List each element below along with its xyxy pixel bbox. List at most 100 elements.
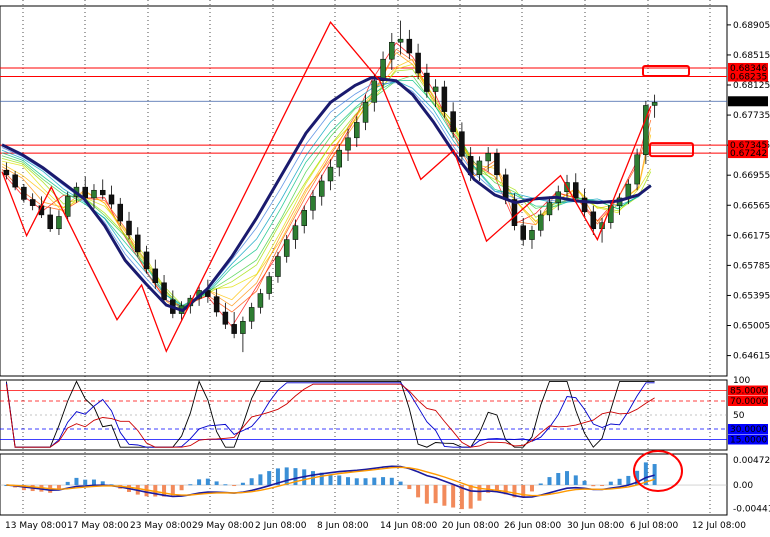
x-tick-label: 29 May 08:00: [192, 521, 254, 531]
candle-body: [397, 38, 404, 43]
candle-body: [99, 189, 106, 196]
macd-histogram-bar: [547, 477, 552, 486]
candle-body: [494, 152, 500, 176]
candle-body: [135, 234, 141, 253]
candle-body: [336, 149, 343, 168]
candle-body: [47, 214, 53, 230]
macd-histogram-bar: [328, 474, 333, 486]
candle-body: [389, 41, 395, 60]
macd-histogram-bar: [591, 485, 596, 487]
candle-body: [485, 152, 491, 162]
macd-histogram-bar: [354, 478, 359, 486]
macd-histogram-bar: [398, 481, 403, 486]
y-tick-label: 0.67735: [733, 111, 770, 121]
chart-svg[interactable]: 13 May 08:00 17 May 08:00 23 May 08:00 29 M…: [0, 0, 770, 533]
candle-body: [275, 256, 281, 277]
x-tick-label: 30 Jun 08:00: [567, 521, 624, 531]
candle-body: [432, 86, 439, 92]
candle-body: [29, 199, 36, 206]
x-tick-label: 2 Jun 08:00: [255, 521, 307, 531]
macd-histogram-bar: [582, 480, 587, 486]
candle-body: [283, 239, 290, 257]
macd-histogram-bar: [424, 485, 429, 504]
zone-lower-label: 0.68235: [730, 73, 767, 83]
macd-histogram-bar: [346, 477, 351, 486]
x-tick-label: 26 Jun 08:00: [504, 521, 561, 531]
candle-body: [634, 154, 640, 185]
candle-body: [222, 311, 229, 325]
candle-body: [529, 230, 535, 240]
macd-histogram-bar: [179, 485, 184, 491]
macd-histogram-bar: [416, 485, 421, 498]
macd-histogram-bar: [617, 478, 622, 486]
macd-histogram-bar: [205, 478, 210, 486]
macd-histogram-bar: [56, 485, 61, 489]
candle-body: [371, 80, 378, 103]
y-tick-label: 0.64615: [733, 352, 770, 362]
macd-histogram-bar: [442, 485, 447, 506]
candle-body: [502, 174, 509, 200]
candle-body: [117, 203, 124, 222]
macd-histogram-bar: [214, 481, 219, 486]
candle-body: [318, 180, 325, 197]
macd-y-tick-label: 0.004723: [733, 456, 770, 466]
x-tick-label: 14 Jun 08:00: [380, 521, 437, 531]
candle-body: [459, 131, 465, 157]
candle-body: [82, 186, 88, 199]
macd-histogram-bar: [223, 484, 228, 486]
macd-histogram-bar: [626, 475, 631, 486]
macd-histogram-bar: [65, 481, 70, 486]
macd-histogram-bar: [389, 477, 394, 486]
forex-chart[interactable]: 13 May 08:00 17 May 08:00 23 May 08:00 29 M…: [0, 0, 770, 533]
macd-histogram-bar: [468, 485, 473, 509]
x-tick-label: 17 May 08:00: [67, 521, 129, 531]
zone-lower-label: 0.67242: [730, 149, 767, 159]
candle-body: [161, 282, 167, 300]
candle-body: [424, 72, 430, 92]
macd-histogram-bar: [363, 478, 368, 486]
candle-body: [12, 174, 18, 188]
candle-body: [573, 182, 579, 199]
macd-histogram-bar: [372, 477, 377, 486]
candle-body: [608, 205, 614, 223]
candle-body: [257, 293, 264, 308]
candle-body: [126, 220, 132, 236]
candle-body: [108, 194, 115, 205]
macd-histogram-bar: [83, 479, 88, 486]
rsi-level-label: 70.0000: [730, 397, 767, 407]
rsi-y-tick-label: 50: [733, 411, 745, 421]
candle-body: [292, 225, 299, 240]
macd-histogram-bar: [529, 485, 534, 492]
candle-body: [143, 251, 150, 270]
candle-body: [64, 196, 71, 217]
candle-body: [406, 38, 413, 54]
macd-histogram-bar: [381, 477, 386, 486]
y-tick-label: 0.66955: [733, 171, 770, 181]
macd-histogram-bar: [433, 485, 438, 504]
candle-body: [56, 216, 62, 230]
candle-body: [301, 210, 307, 226]
candle-body: [91, 189, 97, 199]
candle-body: [266, 276, 272, 294]
candle-body: [590, 211, 597, 230]
macd-histogram-bar: [556, 473, 561, 486]
candle-body: [21, 186, 27, 200]
macd-histogram-bar: [407, 485, 412, 490]
x-tick-label: 23 May 08:00: [130, 521, 192, 531]
x-tick-label: 12 Jul 08:00: [692, 521, 746, 531]
y-tick-label: 0.66175: [733, 231, 770, 241]
candle-body: [3, 169, 10, 176]
macd-y-tick-label: -0.004415: [733, 505, 770, 515]
macd-histogram-bar: [91, 479, 96, 486]
candle-body: [476, 160, 483, 176]
macd-histogram-bar: [600, 485, 605, 487]
candle-body: [651, 102, 658, 106]
candle-body: [310, 196, 316, 211]
y-tick-label: 0.65395: [733, 291, 770, 301]
macd-histogram-bar: [188, 484, 193, 486]
macd-histogram-bar: [573, 475, 578, 486]
current-price-label: 0.67914: [730, 97, 767, 107]
macd-histogram-bar: [337, 475, 342, 486]
x-tick-label: 8 Jun 08:00: [317, 521, 369, 531]
x-tick-label: 20 Jun 08:00: [442, 521, 499, 531]
